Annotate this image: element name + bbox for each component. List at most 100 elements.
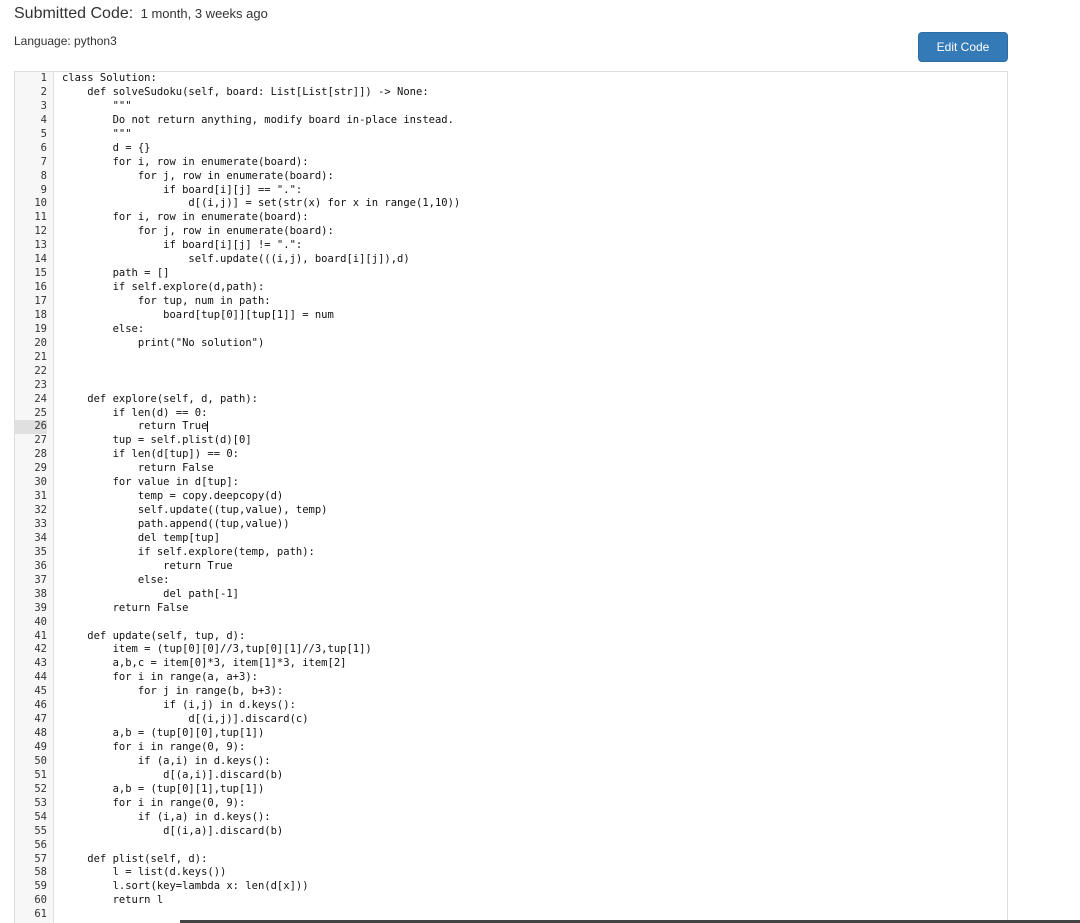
line-number: 53	[34, 796, 47, 809]
code-line: 25 if len(d) == 0:	[15, 407, 1007, 421]
code-line: 52 a,b = (tup[0][1],tup[1])	[15, 783, 1007, 797]
line-text: d[(a,i)].discard(b)	[62, 768, 284, 781]
line-number: 32	[34, 504, 47, 517]
line-text: self.update((tup,value), temp)	[62, 504, 328, 517]
line-number: 55	[34, 824, 47, 837]
line-text: return False	[62, 601, 189, 614]
line-number: 23	[34, 378, 47, 391]
code-line: 30 for value in d[tup]:	[15, 476, 1007, 490]
line-text: for i in range(0, 9):	[62, 741, 246, 753]
code-lines: 1 class Solution: 2 def solveSudoku(self, …	[15, 72, 1007, 922]
code-line: 37 else:	[15, 574, 1007, 588]
code-line: 44 for i in range(a, a+3):	[15, 671, 1007, 685]
code-line: 21	[15, 351, 1007, 365]
code-line: 9 if board[i][j] == ".":	[15, 184, 1007, 198]
line-number: 58	[34, 866, 47, 879]
line-text: d[(i,j)] = set(str(x) for x in range(1,1…	[62, 197, 461, 210]
code-line: 14 self.update(((i,j), board[i][j]),d)	[15, 253, 1007, 267]
code-line: 3 """	[15, 100, 1007, 114]
line-number: 36	[34, 559, 47, 572]
line-number: 31	[34, 490, 47, 503]
line-number: 54	[34, 810, 47, 823]
line-text: d = {}	[62, 141, 151, 154]
line-text: path = []	[62, 267, 170, 280]
code-line: 56	[15, 839, 1007, 853]
line-text: def update(self, tup, d):	[62, 629, 246, 642]
edit-code-button[interactable]: Edit Code	[918, 32, 1008, 62]
line-number: 20	[34, 336, 47, 349]
line-text: if len(d[tup]) == 0:	[62, 448, 240, 461]
line-text: for tup, num in path:	[62, 295, 271, 307]
code-line: 51 d[(a,i)].discard(b)	[15, 769, 1007, 783]
line-number: 57	[34, 852, 47, 865]
line-number: 28	[34, 448, 47, 461]
code-line: 28 if len(d[tup]) == 0:	[15, 448, 1007, 462]
title-label: Submitted Code:	[14, 5, 134, 22]
line-number: 7	[40, 155, 47, 168]
line-number: 4	[40, 113, 47, 126]
line-text: tup = self.plist(d)[0]	[62, 434, 252, 447]
code-line: 16 if self.explore(d,path):	[15, 281, 1007, 295]
code-line: 23	[15, 379, 1007, 393]
code-line: 8 for j, row in enumerate(board):	[15, 170, 1007, 184]
line-number: 29	[34, 462, 47, 475]
line-text: l = list(d.keys())	[62, 866, 227, 879]
page-title: Submitted Code: 1 month, 3 weeks ago	[14, 5, 268, 23]
line-text: self.update(((i,j), board[i][j]),d)	[62, 253, 410, 266]
line-text: if (a,i) in d.keys():	[62, 754, 271, 767]
text-cursor	[207, 420, 209, 432]
code-line: 18 board[tup[0]][tup[1]] = num	[15, 309, 1007, 323]
line-text: for i, row in enumerate(board):	[62, 211, 309, 224]
code-line: 46 if (i,j) in d.keys():	[15, 699, 1007, 713]
line-number: 13	[34, 239, 47, 252]
code-line: 39 return False	[15, 602, 1007, 616]
line-number: 52	[34, 782, 47, 795]
line-number: 47	[34, 713, 47, 726]
line-text: return l	[62, 894, 164, 907]
code-line: 59 l.sort(key=lambda x: len(d[x]))	[15, 880, 1007, 894]
line-number: 10	[34, 197, 47, 210]
line-number: 30	[34, 476, 47, 489]
code-line: 20 print("No solution")	[15, 337, 1007, 351]
line-text: item = (tup[0][0]//3,tup[0][1]//3,tup[1]…	[62, 643, 372, 656]
line-number: 43	[34, 657, 47, 670]
line-number: 2	[40, 85, 47, 98]
code-line: 26 return True	[15, 420, 1007, 435]
line-number: 25	[34, 406, 47, 419]
code-line: 57 def plist(self, d):	[15, 853, 1007, 867]
code-editor[interactable]: 1 class Solution: 2 def solveSudoku(self, …	[14, 71, 1008, 923]
line-number: 61	[34, 908, 47, 921]
code-line: 41 def update(self, tup, d):	[15, 630, 1007, 644]
line-number: 34	[34, 531, 47, 544]
code-line: 40	[15, 616, 1007, 630]
code-line: 15 path = []	[15, 267, 1007, 281]
code-line: 48 a,b = (tup[0][0],tup[1])	[15, 727, 1007, 741]
line-text: if board[i][j] == ".":	[62, 183, 303, 196]
line-number: 11	[34, 211, 47, 224]
line-text: if self.explore(d,path):	[62, 281, 265, 294]
line-text: if len(d) == 0:	[62, 406, 208, 419]
line-text: """	[62, 127, 132, 140]
code-line: 60 return l	[15, 894, 1007, 908]
line-text: for i in range(a, a+3):	[62, 671, 258, 684]
line-number: 17	[34, 295, 47, 307]
code-line: 27 tup = self.plist(d)[0]	[15, 434, 1007, 448]
line-text: else:	[62, 322, 145, 335]
line-text: if (i,a) in d.keys():	[62, 810, 271, 823]
code-line: 58 l = list(d.keys())	[15, 866, 1007, 880]
code-line: 50 if (a,i) in d.keys():	[15, 755, 1007, 769]
line-number: 22	[34, 364, 47, 377]
code-line: 55 d[(i,a)].discard(b)	[15, 825, 1007, 839]
code-line: 34 del temp[tup]	[15, 532, 1007, 546]
line-number: 33	[34, 518, 47, 530]
line-text: del temp[tup]	[62, 531, 221, 544]
line-number: 46	[34, 699, 47, 712]
line-text: if board[i][j] != ".":	[62, 239, 303, 252]
line-text: if self.explore(temp, path):	[62, 545, 315, 558]
line-text: """	[62, 99, 132, 112]
code-line: 31 temp = copy.deepcopy(d)	[15, 490, 1007, 504]
line-text: for j, row in enumerate(board):	[62, 225, 334, 238]
code-line: 29 return False	[15, 462, 1007, 476]
line-number: 51	[34, 768, 47, 781]
line-number: 1	[40, 72, 47, 84]
